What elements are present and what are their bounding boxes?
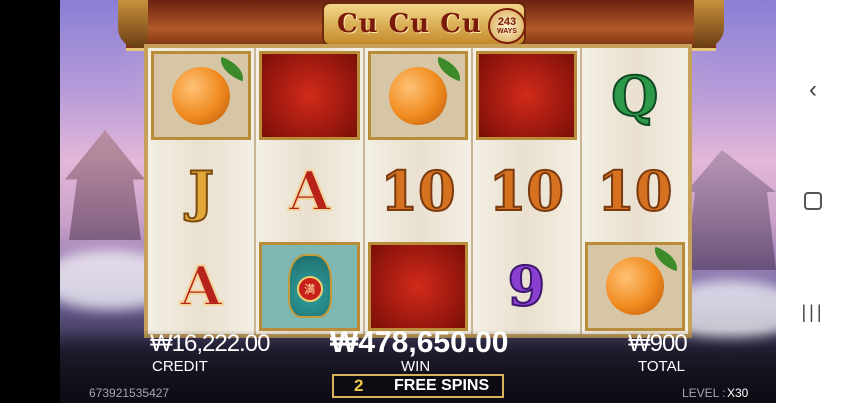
total-bet-label: TOTAL bbox=[638, 358, 685, 375]
ways-number: 243 bbox=[497, 16, 517, 28]
credit-value: ₩16,222.00 bbox=[150, 330, 270, 357]
reel-cell bbox=[365, 48, 471, 143]
win-label: WIN bbox=[401, 358, 431, 375]
reel-cell: 10 bbox=[473, 143, 579, 238]
reel-cell: A bbox=[256, 143, 362, 238]
back-icon[interactable]: ‹ bbox=[809, 76, 817, 104]
reel-cell: A bbox=[148, 239, 254, 334]
win-value: ₩478,650.00 bbox=[330, 326, 509, 359]
reel-2: A满 bbox=[256, 48, 365, 334]
account-id: 673921535427 bbox=[89, 386, 170, 400]
reel-cell: J bbox=[148, 143, 254, 238]
reel-cell: 9 bbox=[473, 239, 579, 334]
orange-symbol-icon bbox=[389, 66, 448, 125]
wine-vase-symbol-icon: 满 bbox=[287, 254, 332, 319]
reel-4: 10 9 bbox=[473, 48, 582, 334]
card-symbol: A bbox=[179, 254, 223, 319]
android-nav-bar: ‹ ||| bbox=[776, 0, 850, 403]
free-spins-box: 2 FREE SPINS bbox=[332, 374, 504, 398]
card-symbol: Q bbox=[610, 63, 659, 128]
reel-cell: 10 bbox=[582, 143, 688, 238]
reel-cell: 10 bbox=[365, 143, 471, 238]
card-symbol: 10 bbox=[379, 158, 456, 223]
orange-symbol-icon bbox=[605, 257, 664, 316]
reel-1: JA bbox=[148, 48, 257, 334]
logo-text: Cu Cu Cu 3 bbox=[336, 9, 512, 39]
symbol-frame bbox=[367, 241, 469, 331]
total-bet-value[interactable]: ₩900 bbox=[628, 330, 688, 358]
home-icon[interactable] bbox=[804, 192, 822, 210]
free-spins-label: FREE SPINS bbox=[394, 377, 490, 394]
card-symbol: 10 bbox=[596, 158, 673, 223]
level-value: X30 bbox=[727, 386, 749, 400]
free-spins-count: 2 bbox=[354, 376, 364, 395]
card-symbol: 9 bbox=[507, 254, 547, 319]
reel-3: 10 bbox=[364, 48, 474, 334]
vase-label: 满 bbox=[296, 276, 323, 303]
reel-5: Q 10 bbox=[581, 48, 689, 334]
card-symbol: A bbox=[288, 158, 332, 223]
ways-badge: 243 WAYS bbox=[488, 8, 526, 44]
credit-label: CREDIT bbox=[152, 358, 208, 375]
reel-cell bbox=[365, 239, 471, 334]
reel-cell bbox=[473, 48, 579, 143]
slot-game[interactable]: Cu Cu Cu 3 243 WAYS J A A 满 10 10 9 Q 10 ₩16,222… bbox=[60, 0, 776, 403]
game-logo: Cu Cu Cu 3 243 WAYS bbox=[322, 2, 526, 46]
reel-cell bbox=[148, 48, 254, 143]
orange-symbol-icon bbox=[172, 66, 231, 125]
reel-cell: 满 bbox=[256, 239, 362, 334]
ways-word: WAYS bbox=[497, 28, 517, 35]
reel-cell bbox=[256, 48, 362, 143]
reel-cell bbox=[582, 239, 688, 334]
recent-apps-icon[interactable]: ||| bbox=[801, 302, 824, 323]
reel-grid[interactable]: J A A 满 10 10 9 Q 10 bbox=[144, 44, 692, 338]
symbol-frame bbox=[259, 51, 360, 141]
card-symbol: 10 bbox=[488, 158, 565, 223]
card-symbol: J bbox=[187, 158, 215, 223]
level-label: LEVEL : bbox=[682, 386, 726, 400]
reel-cell: Q bbox=[582, 48, 688, 143]
symbol-frame bbox=[476, 51, 577, 141]
